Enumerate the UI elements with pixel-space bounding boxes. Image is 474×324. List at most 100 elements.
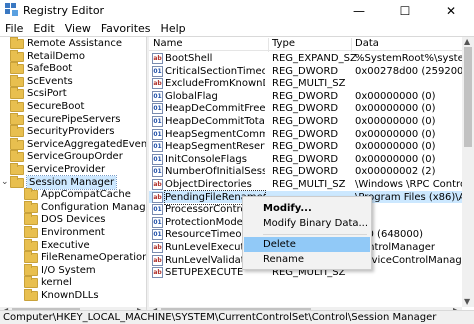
folder-icon (24, 238, 38, 251)
value-row[interactable]: 01 InitConsoleFlags REG_DWORD 0x00000000 (0… (149, 153, 462, 166)
value-type: REG_DWORD (272, 128, 339, 140)
tree-item[interactable]: AppCompatCache (0, 188, 146, 201)
tree-item[interactable]: SafeBoot (0, 62, 146, 75)
folder-icon (10, 100, 24, 112)
string-value-icon: ab (152, 53, 163, 64)
column-divider[interactable] (351, 38, 352, 52)
tree-item[interactable]: ServiceAggregatedEvents (0, 137, 146, 151)
tree-item[interactable]: ⌄ Session Manager (0, 174, 146, 190)
menu-item-modify[interactable]: Modify... (244, 201, 370, 216)
scrollbar-thumb[interactable] (464, 47, 472, 147)
value-row[interactable]: ab BootShell REG_EXPAND_SZ %SystemRoot%\sys… (149, 52, 462, 65)
value-row[interactable]: abExcludeFromKnownDlls REG_MULTI_SZ (149, 77, 462, 90)
dword-value-icon: 01 (152, 204, 163, 216)
key-tree[interactable]: Remote Assistance RetailDemo SafeBoot ScEve… (0, 37, 146, 307)
value-row[interactable]: 01 HeapSegmentCommit REG_DWORD 0x00000000 (… (149, 128, 462, 141)
tree-item[interactable]: Executive (0, 238, 146, 252)
window-title: Registry Editor (23, 4, 105, 17)
tree-item[interactable]: SecurePipeServers (0, 112, 146, 126)
folder-icon (10, 137, 24, 150)
tree-item[interactable]: ScsiPort (0, 87, 146, 100)
dword-value-icon: 01 (152, 153, 163, 165)
value-name: HeapDeCommitTotalFreeT... (165, 116, 265, 127)
status-bar-path: Computer\HKEY_LOCAL_MACHINE\SYSTEM\Curre… (0, 310, 474, 324)
value-row[interactable]: 01HeapSegmentReserve REG_DWORD 0x00000000 … (149, 140, 462, 153)
value-name: HeapSegmentReserve (165, 141, 265, 153)
menu-item-delete[interactable]: Delete (244, 237, 370, 252)
tree-item[interactable]: kernel (0, 276, 146, 289)
dword-value-icon: 01 (152, 128, 163, 140)
value-name: CriticalSectionTimeout (165, 65, 265, 77)
folder-icon (24, 289, 38, 301)
folder-icon (10, 74, 24, 87)
value-data: 0x00000002 (2) (355, 166, 436, 178)
column-divider[interactable] (268, 38, 269, 52)
folder-icon (10, 125, 24, 138)
column-header-type[interactable]: Type (272, 38, 295, 50)
tree-item[interactable]: Remote Assistance (0, 37, 146, 50)
dword-value-icon: 01 (152, 116, 163, 127)
tree-item-label: Environment (41, 227, 105, 238)
tree-item[interactable]: KnownDLLs (0, 289, 146, 302)
tree-item-label: ScEvents (27, 75, 73, 87)
value-type: REG_DWORD (272, 153, 339, 165)
tree-item[interactable]: ServiceProvider (0, 163, 146, 176)
menu-item-modify-binary-data[interactable]: Modify Binary Data... (244, 216, 370, 231)
tree-item[interactable]: I/O System (0, 263, 146, 277)
scroll-down-icon[interactable]: ▼ (464, 297, 470, 306)
title-bar: Registry Editor — ☐ ✕ (0, 0, 474, 21)
folder-icon (10, 175, 24, 188)
registry-editor-icon (5, 3, 18, 16)
value-data: 0x00278d00 (2592000) (355, 65, 462, 77)
tree-item-label: SecureBoot (27, 101, 85, 112)
tree-item[interactable]: SecureBoot (0, 100, 146, 113)
tree-item[interactable]: SecurityProviders (0, 125, 146, 138)
menu-file[interactable]: File (0, 21, 28, 36)
value-type: REG_MULTI_SZ (272, 179, 346, 190)
menu-edit[interactable]: Edit (28, 21, 59, 36)
tree-item[interactable]: RetailDemo (0, 49, 146, 63)
menu-favorites[interactable]: Favorites (96, 21, 156, 36)
tree-item[interactable]: Environment (0, 226, 146, 239)
value-name: InitConsoleFlags (165, 153, 247, 165)
value-data: 0x00000000 (0) (355, 128, 436, 140)
tree-item-label: Configuration Manager (41, 201, 146, 213)
menu-view[interactable]: View (60, 21, 96, 36)
dword-value-icon: 01 (152, 216, 163, 228)
menu-item-rename[interactable]: Rename (244, 252, 370, 267)
column-header-name[interactable]: Name (153, 38, 183, 50)
value-data: \Windows \RPC Control (355, 179, 462, 190)
value-row[interactable]: ab ObjectDirectories REG_MULTI_SZ \Windows … (149, 178, 462, 191)
column-header-data[interactable]: Data (355, 38, 379, 50)
minimize-button[interactable]: — (336, 0, 382, 21)
tree-item-label: ServiceAggregatedEvents (27, 138, 146, 150)
string-value-icon: ab (152, 179, 163, 190)
string-value-icon: ab (152, 242, 163, 253)
menu-bar: File Edit View Favorites Help (0, 21, 474, 36)
tree-item[interactable]: DOS Devices (0, 213, 146, 226)
maximize-button[interactable]: ☐ (382, 0, 428, 21)
tree-item[interactable]: Configuration Manager (0, 200, 146, 214)
folder-icon (10, 87, 24, 100)
tree-item[interactable]: FileRenameOperations (0, 251, 146, 264)
close-button[interactable]: ✕ (428, 0, 474, 21)
expand-chevron-icon[interactable]: ⌄ (1, 176, 9, 189)
tree-item[interactable]: ServiceGroupOrder (0, 150, 146, 163)
value-type: REG_DWORD (272, 116, 339, 127)
dword-value-icon: 01 (152, 229, 163, 241)
values-vertical-scrollbar[interactable]: ▲ ▼ (462, 37, 474, 307)
tree-item[interactable]: ScEvents (0, 74, 146, 88)
tree-item-label: ScsiPort (27, 88, 67, 100)
value-row[interactable]: 01HeapDeCommitFreeBlock... REG_DWORD 0x000… (149, 102, 462, 115)
scroll-up-icon[interactable]: ▲ (464, 37, 470, 46)
tree-item-label: Session Manager (25, 174, 118, 190)
tree-item-label: Remote Assistance (27, 38, 123, 49)
value-data: 0x00000000 (0) (355, 116, 436, 127)
value-row[interactable]: 01NumberOfInitialSessions REG_DWORD 0x0000… (149, 165, 462, 178)
value-row[interactable]: 01CriticalSectionTimeout REG_DWORD 0x00278… (149, 65, 462, 78)
value-row[interactable]: 01HeapDeCommitTotalFreeT... REG_DWORD 0x00… (149, 115, 462, 128)
menu-help[interactable]: Help (156, 21, 191, 36)
dword-value-icon: 01 (152, 141, 163, 153)
value-row[interactable]: 01 GlobalFlag REG_DWORD 0x00000000 (0) (149, 90, 462, 103)
value-type: REG_DWORD (272, 65, 339, 77)
